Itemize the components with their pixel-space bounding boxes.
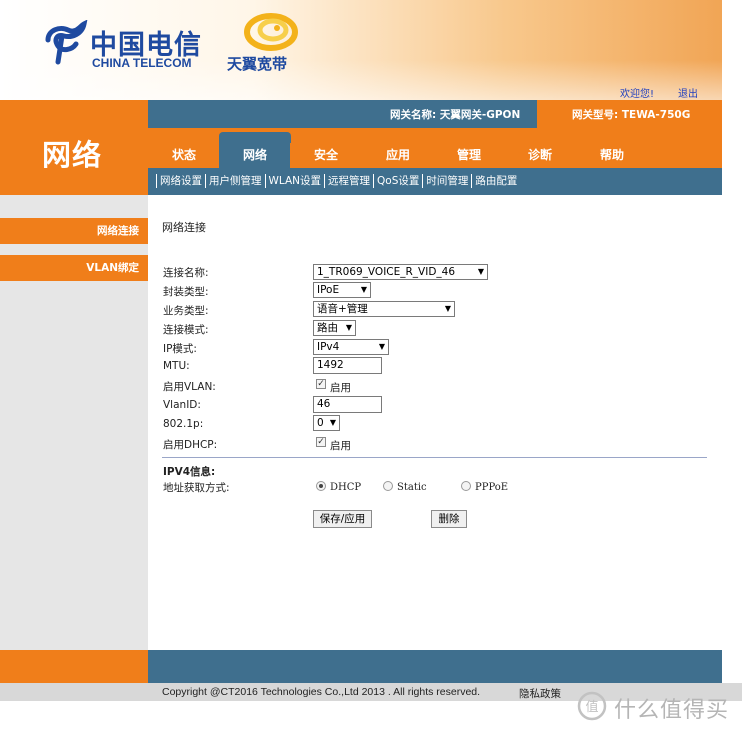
service-label: 业务类型: [163, 305, 209, 317]
chevron-down-icon: ▼ [378, 342, 385, 351]
tab-status[interactable]: 状态 [148, 143, 220, 168]
radio-pppoe[interactable] [461, 481, 471, 491]
subnav-routing[interactable]: 路由配置 [471, 174, 520, 188]
dot1p-select[interactable]: 0 ▼ [313, 415, 340, 431]
encap-label: 封装类型: [163, 286, 209, 298]
tianyi-logo: 天翼宽带 [225, 12, 315, 74]
chevron-down-icon: ▼ [444, 304, 451, 313]
copyright-text: Copyright @CT2016 Technologies Co.,Ltd 2… [162, 686, 481, 698]
subnav-network-settings[interactable]: 网络设置 [156, 174, 205, 188]
subnav-qos[interactable]: QoS设置 [373, 174, 422, 188]
watermark-text: 什么值得买 [614, 698, 730, 723]
tab-security[interactable]: 安全 [290, 143, 362, 168]
chevron-down-icon: ▼ [329, 418, 336, 427]
conn-mode-label: 连接模式: [163, 324, 209, 336]
sidebar-item-network-connection[interactable]: 网络连接 [0, 218, 148, 244]
section-title: 网络 [42, 138, 103, 172]
addr-mode-label: 地址获取方式: [163, 482, 230, 494]
conn-name-select[interactable]: 1_TR069_VOICE_R_VID_46 ▼ [313, 264, 488, 280]
radio-static[interactable] [383, 481, 393, 491]
tab-network[interactable]: 网络 [219, 132, 291, 168]
subnav-remote[interactable]: 远程管理 [324, 174, 373, 188]
subnav-wlan[interactable]: WLAN设置 [264, 174, 325, 188]
enable-vlan-checkbox[interactable]: ✓ [316, 379, 326, 389]
service-select[interactable]: 语音+管理 ▼ [313, 301, 455, 317]
ipv4-section-title: IPV4信息: [163, 466, 216, 478]
ip-mode-select[interactable]: IPv4 ▼ [313, 339, 389, 355]
enable-dhcp-text: 启用 [330, 440, 351, 452]
enable-dhcp-checkbox[interactable]: ✓ [316, 437, 326, 447]
chevron-down-icon: ▼ [477, 267, 484, 276]
radio-dhcp-label: DHCP [330, 482, 362, 493]
sub-brand: 天翼宽带 [227, 55, 288, 73]
china-telecom-logo: 中国电信 CHINA TELECOM [42, 20, 212, 75]
gateway-name: 网关名称: 天翼网关-GPON [390, 109, 521, 121]
mtu-input[interactable]: 1492 [313, 357, 382, 374]
radio-dhcp[interactable] [316, 481, 326, 491]
tab-diagnostics[interactable]: 诊断 [504, 143, 576, 168]
save-apply-button[interactable]: 保存/应用 [313, 510, 372, 528]
svg-text:值: 值 [585, 699, 598, 715]
enable-vlan-text: 启用 [330, 382, 351, 394]
brand-en: CHINA TELECOM [92, 56, 192, 70]
conn-mode-select[interactable]: 路由 ▼ [313, 320, 356, 336]
ip-mode-label: IP模式: [163, 343, 197, 355]
watermark-logo-icon: 值 [577, 691, 607, 721]
section-divider [162, 457, 707, 458]
tab-help[interactable]: 帮助 [576, 143, 648, 168]
welcome-link[interactable]: 欢迎您! [620, 85, 654, 100]
sidebar-item-vlan-binding[interactable]: VLAN绑定 [0, 255, 148, 281]
sub-nav: 网络设置 用户侧管理 WLAN设置 远程管理 QoS设置 时间管理 路由配置 [156, 174, 520, 188]
chevron-down-icon: ▼ [360, 285, 367, 294]
watermark: 值 什么值得买 [576, 690, 736, 723]
radio-static-label: Static [397, 482, 427, 493]
delete-button[interactable]: 删除 [431, 510, 467, 528]
radio-pppoe-label: PPPoE [475, 482, 509, 493]
mtu-label: MTU: [163, 360, 190, 372]
conn-name-label: 连接名称: [163, 267, 209, 279]
enable-vlan-label: 启用VLAN: [163, 381, 216, 393]
chevron-down-icon: ▼ [345, 323, 352, 332]
china-telecom-mark-icon [45, 20, 88, 65]
page-title: 网络连接 [162, 221, 206, 234]
tab-apps[interactable]: 应用 [362, 143, 434, 168]
subnav-user-side[interactable]: 用户侧管理 [205, 174, 265, 188]
encap-select[interactable]: IPoE ▼ [313, 282, 371, 298]
vlan-id-label: VlanID: [163, 399, 201, 411]
tianyi-swirl-icon [244, 13, 298, 51]
dot1p-label: 802.1p: [163, 418, 204, 430]
footer-orange-block [0, 650, 148, 683]
tab-management[interactable]: 管理 [433, 143, 505, 168]
gateway-model: 网关型号: TEWA-750G [572, 109, 691, 121]
vlan-id-input[interactable]: 46 [313, 396, 382, 413]
enable-dhcp-label: 启用DHCP: [163, 439, 218, 451]
subnav-time[interactable]: 时间管理 [422, 174, 471, 188]
logout-link[interactable]: 退出 [678, 85, 698, 100]
privacy-link[interactable]: 隐私政策 [519, 686, 561, 701]
